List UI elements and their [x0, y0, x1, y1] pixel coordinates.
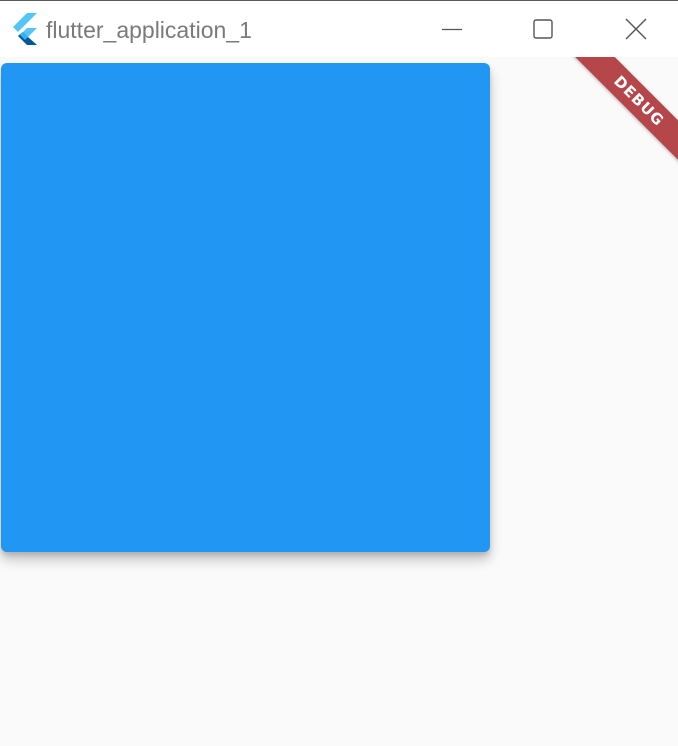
- maximize-icon: [533, 19, 553, 39]
- flutter-logo-icon: [10, 13, 38, 45]
- title-bar[interactable]: flutter_application_1: [0, 0, 678, 57]
- app-window: flutter_application_1 DEBUG: [0, 0, 678, 746]
- app-content: DEBUG: [0, 57, 678, 746]
- debug-banner: DEBUG: [568, 57, 678, 172]
- maximize-button[interactable]: [497, 1, 589, 57]
- close-button[interactable]: [590, 1, 678, 57]
- minimize-button[interactable]: [406, 1, 498, 57]
- minimize-icon: [442, 19, 462, 39]
- debug-banner-area: DEBUG: [548, 57, 678, 187]
- blue-container: [1, 63, 490, 552]
- close-icon: [625, 18, 647, 40]
- debug-banner-label: DEBUG: [610, 72, 668, 130]
- window-title: flutter_application_1: [46, 17, 252, 43]
